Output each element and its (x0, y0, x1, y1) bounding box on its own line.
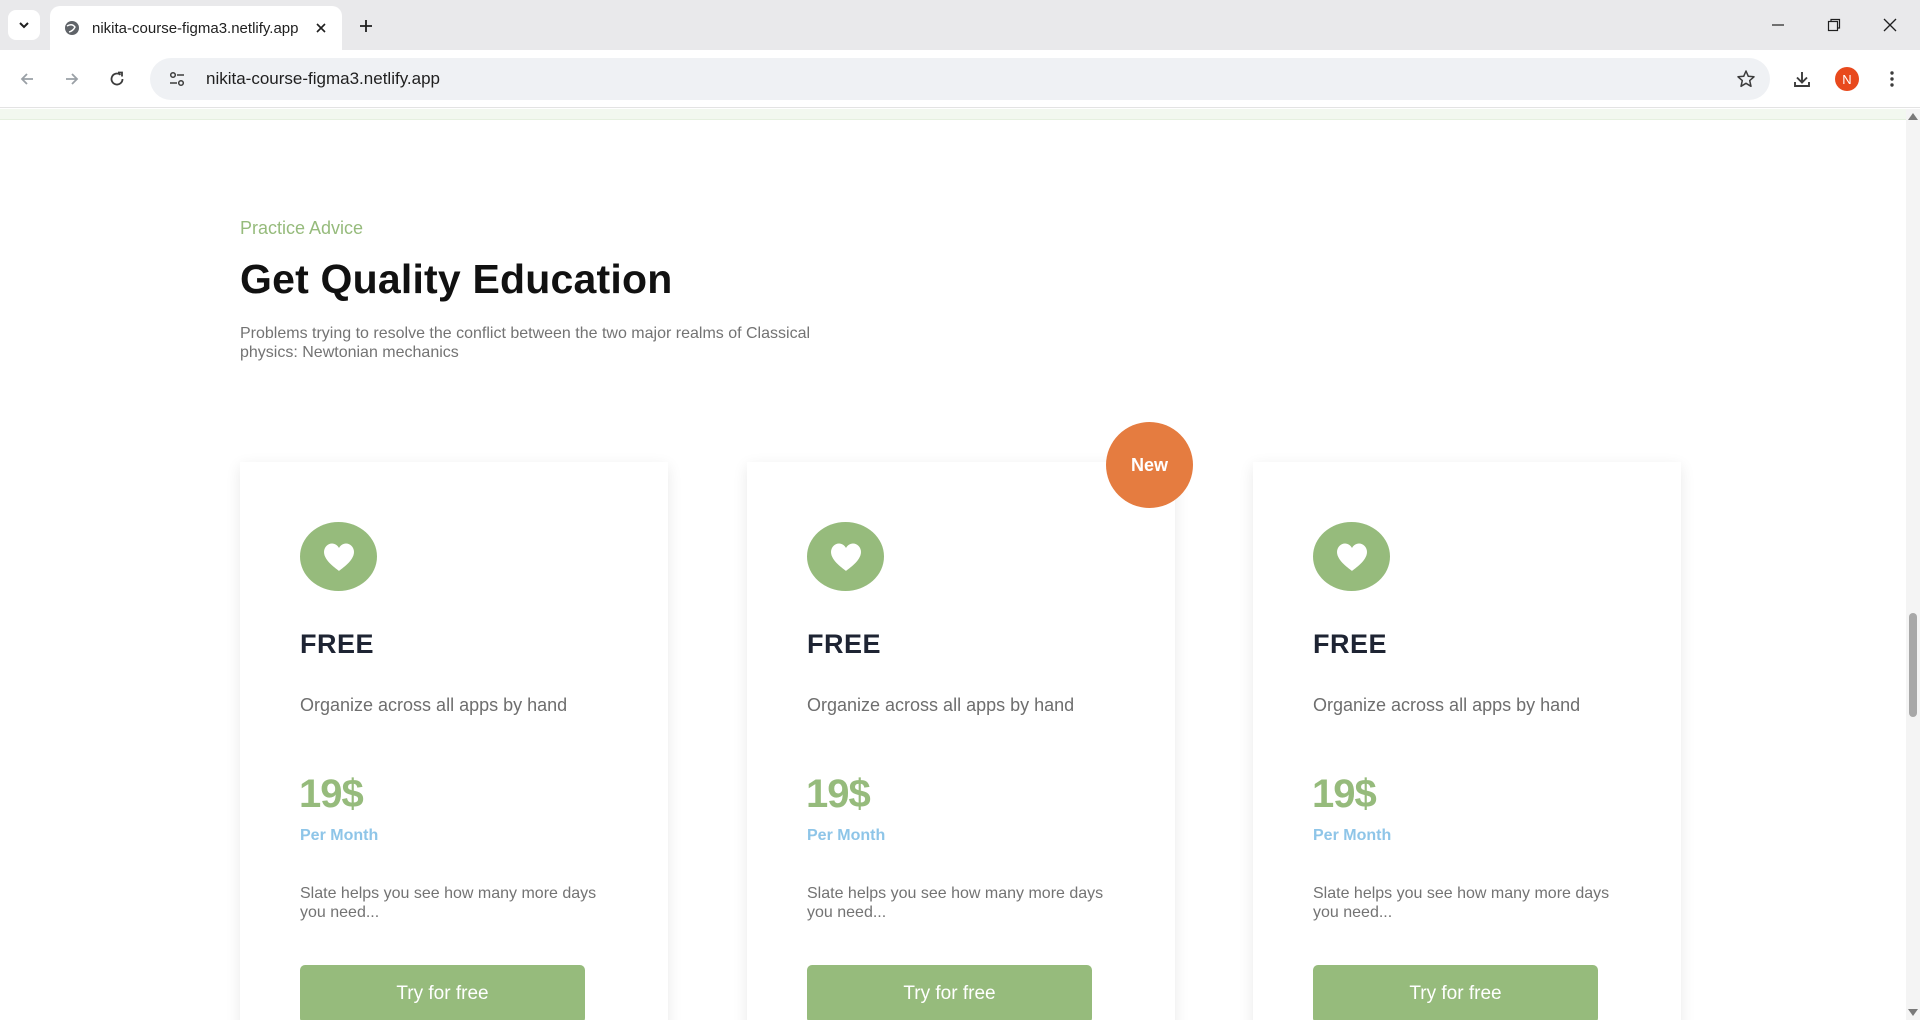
section-subtext: Problems trying to resolve the conflict … (240, 325, 811, 361)
globe-icon (62, 18, 82, 38)
heart-icon (1313, 522, 1390, 591)
profile-button[interactable]: N (1829, 61, 1865, 97)
minimize-icon (1772, 24, 1784, 26)
restore-icon (1827, 18, 1841, 32)
pricing-card: FREE Organize across all apps by hand 19… (240, 462, 668, 1020)
minimize-button[interactable] (1750, 0, 1806, 50)
bookmark-star-icon[interactable] (1728, 61, 1764, 97)
browser-tab-bar: nikita-course-figma3.netlify.app (0, 0, 1920, 50)
plan-period: Per Month (300, 827, 379, 844)
pricing-card: FREE Organize across all apps by hand 19… (747, 462, 1175, 1020)
scrollbar-thumb[interactable] (1909, 613, 1917, 717)
browser-tab-active[interactable]: nikita-course-figma3.netlify.app (50, 6, 342, 50)
plan-price: 19$ (806, 772, 871, 816)
site-settings-icon[interactable] (162, 64, 192, 94)
plan-note: Slate helps you see how many more days y… (1313, 885, 1610, 921)
plan-name: FREE (300, 629, 375, 659)
plan-note: Slate helps you see how many more days y… (807, 885, 1104, 921)
more-vertical-icon (1890, 71, 1894, 87)
scroll-up-arrow-icon[interactable] (1908, 113, 1918, 120)
close-window-button[interactable] (1862, 0, 1918, 50)
pricing-card: FREE Organize across all apps by hand 19… (1253, 462, 1681, 1020)
heart-icon (300, 522, 377, 591)
downloads-button[interactable] (1784, 61, 1820, 97)
plan-price: 19$ (299, 772, 364, 816)
close-icon (1883, 18, 1897, 32)
back-button[interactable] (9, 61, 45, 97)
url-text[interactable]: nikita-course-figma3.netlify.app (206, 69, 1728, 89)
tab-search-button[interactable] (8, 10, 40, 40)
plan-description: Organize across all apps by hand (300, 695, 568, 715)
plan-period: Per Month (807, 827, 886, 844)
plan-name: FREE (807, 629, 882, 659)
plan-description: Organize across all apps by hand (1313, 695, 1581, 715)
address-bar[interactable]: nikita-course-figma3.netlify.app (150, 58, 1770, 100)
arrow-right-icon (66, 73, 79, 85)
plan-price: 19$ (1312, 772, 1377, 816)
try-for-free-button[interactable]: Try for free (300, 965, 585, 1020)
forward-button[interactable] (54, 61, 90, 97)
avatar: N (1835, 67, 1859, 91)
download-icon (1794, 72, 1810, 87)
menu-button[interactable] (1874, 61, 1910, 97)
reload-button[interactable] (99, 61, 135, 97)
new-badge: New (1106, 422, 1193, 508)
page-scrollbar[interactable] (1906, 109, 1920, 1020)
browser-toolbar: nikita-course-figma3.netlify.app N (0, 50, 1920, 108)
previous-section-edge (0, 109, 1906, 120)
restore-button[interactable] (1806, 0, 1862, 50)
arrow-left-icon (20, 73, 33, 85)
plan-note: Slate helps you see how many more days y… (300, 885, 597, 921)
chevron-down-icon (19, 22, 29, 29)
plan-name: FREE (1313, 629, 1388, 659)
new-tab-button[interactable] (352, 12, 380, 40)
close-icon[interactable] (310, 17, 332, 39)
reload-icon (110, 71, 124, 86)
tab-title: nikita-course-figma3.netlify.app (92, 19, 299, 37)
try-for-free-button[interactable]: Try for free (807, 965, 1092, 1020)
plus-icon (360, 20, 372, 32)
heart-icon (807, 522, 884, 591)
scroll-down-arrow-icon[interactable] (1908, 1009, 1918, 1016)
page-viewport: Practice Advice Get Quality Education Pr… (0, 109, 1906, 1020)
section-heading: Get Quality Education (240, 256, 673, 302)
section-eyebrow: Practice Advice (240, 218, 364, 238)
plan-description: Organize across all apps by hand (807, 695, 1075, 715)
plan-period: Per Month (1313, 827, 1392, 844)
try-for-free-button[interactable]: Try for free (1313, 965, 1598, 1020)
